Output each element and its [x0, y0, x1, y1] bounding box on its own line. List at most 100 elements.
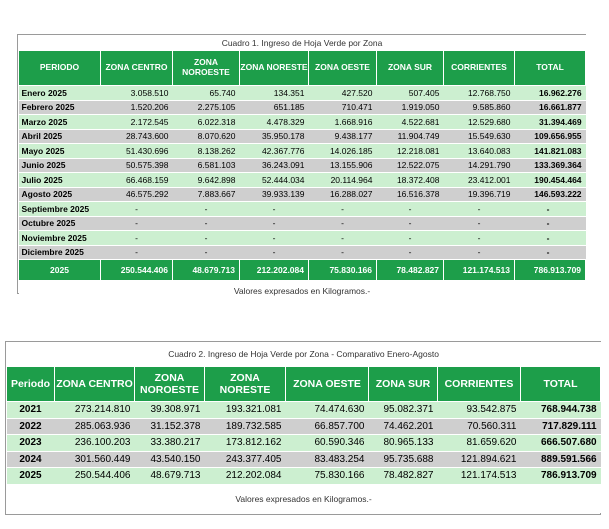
table-cell: 19.396.719 — [443, 187, 515, 202]
column-header: ZONA OESTE — [285, 366, 369, 402]
table-cell: 70.560.311 — [437, 418, 521, 435]
column-header: ZONA NOROESTE — [172, 50, 240, 86]
table-cell: - — [514, 245, 586, 260]
table-cell: 12.522.075 — [376, 158, 444, 173]
table-cell: - — [100, 216, 173, 231]
table2-caption: Cuadro 2. Ingreso de Hoja Verde por Zona… — [6, 342, 601, 367]
table-cell: 9.438.177 — [308, 129, 377, 144]
table-cell: 193.321.081 — [204, 401, 286, 419]
table-cell: 46.575.292 — [100, 187, 173, 202]
table-cell: 173.812.162 — [204, 434, 286, 452]
table-cell: - — [308, 230, 377, 246]
table-cell: 133.369.364 — [514, 158, 586, 173]
table-cell: 427.520 — [308, 85, 377, 101]
table-cell: 83.483.254 — [285, 451, 369, 468]
table-cell: 14.026.185 — [308, 143, 377, 159]
row-label: 2022 — [6, 418, 55, 435]
column-header: ZONA NORESTE — [204, 366, 286, 402]
table-cell: - — [172, 201, 240, 217]
column-header: Periodo — [6, 366, 55, 402]
total-cell: 212.202.084 — [239, 259, 309, 281]
row-label: 2025 — [6, 467, 55, 485]
table-cell: 12.768.750 — [443, 85, 515, 101]
table-cell: 1.919.050 — [376, 100, 444, 115]
table-cell: - — [514, 201, 586, 217]
table-cell: 66.468.159 — [100, 172, 173, 188]
table-cell: - — [172, 216, 240, 231]
table-cell: - — [514, 216, 586, 231]
table-cell: 889.591.566 — [520, 451, 601, 468]
table-row: 2023 236.100.203 33.380.217 173.812.162 60.5… — [6, 434, 601, 452]
table-cell: 146.593.222 — [514, 187, 586, 202]
table-cell: 81.659.620 — [437, 434, 521, 452]
table-row: Diciembre 2025- - - - - - - — [18, 245, 586, 260]
table-cell: - — [376, 230, 444, 246]
row-label: Octubre 2025 — [18, 216, 101, 231]
column-header: ZONA NOROESTE — [134, 366, 205, 402]
table-cell: 273.214.810 — [54, 401, 135, 419]
table2: Cuadro 2. Ingreso de Hoja Verde por Zona… — [6, 342, 602, 513]
table1-total-row: 2025 250.544.406 48.679.713 212.202.084 75.8… — [18, 259, 587, 281]
table-cell: 651.185 — [239, 100, 309, 115]
table-cell: 666.507.680 — [520, 434, 601, 452]
row-label: 2021 — [6, 401, 55, 419]
table-cell: 710.471 — [308, 100, 377, 115]
table-cell: - — [172, 230, 240, 246]
table-cell: - — [308, 216, 377, 231]
table-cell: 134.351 — [239, 85, 309, 101]
table-cell: 121.174.513 — [437, 467, 521, 485]
row-label: Febrero 2025 — [18, 100, 101, 115]
column-header: CORRIENTES — [437, 366, 521, 402]
table-cell: 13.155.906 — [308, 158, 377, 173]
table-cell: 65.740 — [172, 85, 240, 101]
table-cell: 1.520.206 — [100, 100, 173, 115]
table-cell: 6.581.103 — [172, 158, 240, 173]
table-cell: 39.308.971 — [134, 401, 205, 419]
table-row: Febrero 2025 1.520.206 2.275.105 651.185 710… — [18, 100, 586, 115]
table-row: Agosto 2025 46.575.292 7.883.667 39.933.139… — [18, 187, 586, 202]
total-cell: 250.544.406 — [100, 259, 173, 281]
column-header: TOTAL — [513, 50, 587, 86]
table-cell: - — [308, 245, 377, 260]
table-cell: 23.412.001 — [443, 172, 515, 188]
table-cell: 28.743.600 — [100, 129, 173, 144]
table-cell: 60.590.346 — [285, 434, 369, 452]
table-cell: - — [443, 230, 515, 246]
row-label: Junio 2025 — [18, 158, 101, 173]
table-cell: 74.462.201 — [368, 418, 438, 435]
row-label: Noviembre 2025 — [18, 230, 101, 246]
table1-header-row: PERIODO ZONA CENTRO ZONA NOROESTE ZONA NORE… — [18, 50, 587, 86]
table-cell: 212.202.084 — [204, 467, 286, 485]
table-cell: 1.668.916 — [308, 114, 377, 130]
column-header: CORRIENTES — [443, 50, 515, 86]
column-header: ZONA CENTRO — [100, 50, 173, 86]
row-label: Abril 2025 — [18, 129, 101, 144]
row-label: 2024 — [6, 451, 55, 468]
table-cell: - — [376, 201, 444, 217]
row-label: Marzo 2025 — [18, 114, 101, 130]
table-cell: 786.913.709 — [520, 467, 601, 485]
table-cell: - — [100, 230, 173, 246]
table-cell: 12.529.680 — [443, 114, 515, 130]
row-label: Julio 2025 — [18, 172, 101, 188]
table-cell: - — [514, 230, 586, 246]
table-cell: 18.372.408 — [376, 172, 444, 188]
table-cell: 31.394.469 — [514, 114, 586, 130]
table-cell: - — [308, 201, 377, 217]
table-cell: 7.883.667 — [172, 187, 240, 202]
table-cell: 236.100.203 — [54, 434, 135, 452]
table-cell: 2.275.105 — [172, 100, 240, 115]
table-row: 2022 285.063.936 31.152.378 189.732.585 66.8… — [6, 418, 601, 435]
table-cell: 768.944.738 — [520, 401, 601, 419]
row-label: Diciembre 2025 — [18, 245, 101, 260]
table-cell: 48.679.713 — [134, 467, 205, 485]
table-cell: - — [239, 230, 309, 246]
table-row: 2024 301.560.449 43.540.150 243.377.405 83.4… — [6, 451, 601, 468]
table1: Cuadro 1. Ingreso de Hoja Verde por Zona… — [18, 35, 587, 301]
table-row: 2021 273.214.810 39.308.971 193.321.081 74.4… — [6, 401, 601, 419]
column-header: TOTAL — [519, 366, 602, 402]
table-cell: 95.735.688 — [368, 451, 438, 468]
table-cell: 109.656.955 — [514, 129, 586, 144]
table-cell: - — [100, 245, 173, 260]
total-label: 2025 — [18, 259, 101, 281]
